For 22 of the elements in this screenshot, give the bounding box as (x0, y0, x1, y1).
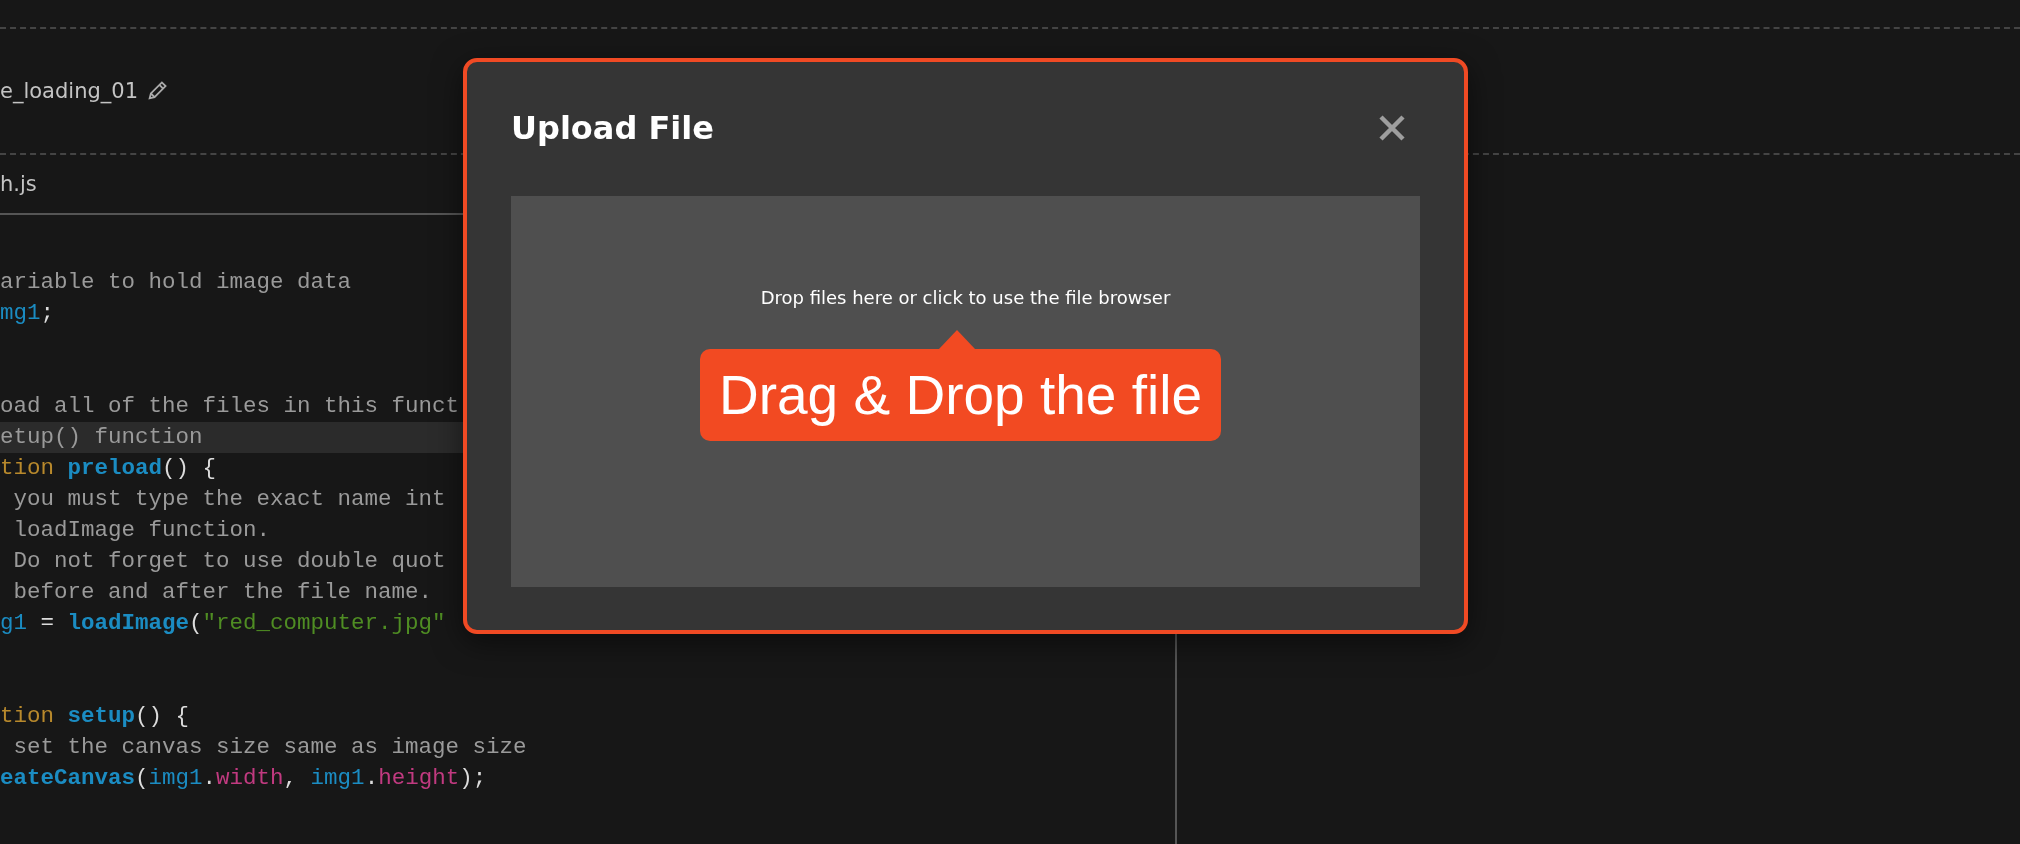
code-line: eateCanvas(img1.width, img1.height); (0, 764, 487, 793)
code-line: loadImage function. (12, 516, 271, 545)
file-tab[interactable]: h.js (0, 172, 37, 196)
highlighted-code-line: etup() function (0, 423, 203, 452)
callout-pointer (939, 330, 975, 349)
code-line: g1 = loadImage("red_computer.jpg" (0, 609, 446, 638)
code-line: oad all of the files in this funct (0, 392, 460, 421)
dialog-title: Upload File (511, 109, 714, 147)
code-line: ariable to hold image data (0, 268, 352, 297)
callout: Drag & Drop the file (700, 330, 1221, 441)
code-line: tion preload() { (0, 454, 217, 483)
code-line: before and after the file name. (12, 578, 433, 607)
close-icon[interactable] (1378, 114, 1406, 142)
project-title[interactable]: e_loading_01 (0, 79, 138, 103)
code-line: mg1; (0, 299, 55, 328)
drop-zone[interactable]: Drop files here or click to use the file browser Drag & Drop the file (511, 196, 1420, 587)
code-line: set the canvas size same as image size (12, 733, 527, 762)
pencil-icon[interactable] (146, 80, 168, 102)
code-line: you must type the exact name int (12, 485, 446, 514)
code-line: tion setup() { (0, 702, 190, 731)
drop-hint: Drop files here or click to use the file browser (760, 286, 1171, 310)
code-line: Do not forget to use double quot (12, 547, 446, 576)
